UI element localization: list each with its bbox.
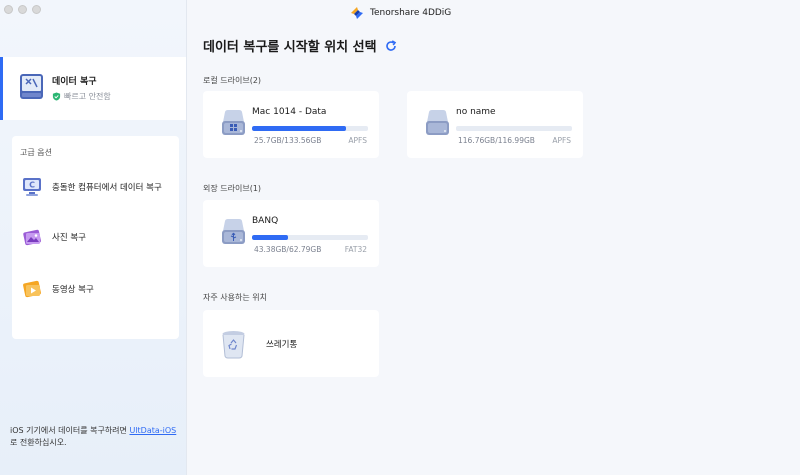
drive-card[interactable]: no name 116.76GB/116.99GB APFS: [407, 91, 583, 158]
sidebar-item-label: 데이터 복구: [52, 77, 97, 87]
drive-filesystem: APFS: [552, 136, 571, 145]
drive-name: Mac 1014 - Data: [252, 107, 327, 117]
drive-name: BANQ: [252, 216, 279, 226]
photo-icon: [23, 229, 41, 246]
advanced-options-panel: 고급 옵션 C 충돌한 컴퓨터에서 데이터 복구 사진 복구 동영상 복구: [12, 136, 179, 339]
frequent-locations-label: 자주 사용하는 위치: [203, 293, 267, 302]
recovery-drive-icon: [20, 74, 43, 99]
sidebar-item-label: 충돌한 컴퓨터에서 데이터 복구: [52, 183, 162, 193]
sidebar-item-crashed-computer[interactable]: C 충돌한 컴퓨터에서 데이터 복구: [21, 176, 162, 198]
external-drives-label: 외장 드라이브(1): [203, 184, 262, 193]
page-title: 데이터 복구를 시작할 위치 선택: [203, 36, 397, 55]
video-icon: [23, 280, 41, 298]
brand: Tenorshare 4DDiG: [349, 5, 451, 21]
drive-card[interactable]: Mac 1014 - Data 25.7GB/133.56GB APFS: [203, 91, 379, 158]
ultdata-ios-link[interactable]: UltData-iOS: [129, 426, 176, 435]
drive-usage-bar: [252, 235, 368, 240]
main-content: Tenorshare 4DDiG 데이터 복구를 시작할 위치 선택 로컬 드라…: [187, 0, 800, 475]
sidebar-item-label: 동영상 복구: [52, 285, 94, 295]
active-indicator: [0, 57, 3, 120]
hard-drive-icon: [426, 110, 449, 135]
close-window-button[interactable]: [4, 5, 13, 14]
svg-text:C: C: [29, 181, 35, 190]
zoom-window-button[interactable]: [32, 5, 41, 14]
tenorshare-logo-icon: [351, 7, 363, 19]
subtitle-text: 빠르고 안전함: [64, 92, 111, 101]
ios-redirect-note: iOS 기기에서 데이터를 복구하려면 UltData-iOS 로 전환하십시오.: [10, 425, 182, 449]
trash-bin-icon: [222, 331, 245, 359]
window-controls: [4, 5, 41, 14]
ios-note-text: iOS 기기에서 데이터를 복구하려면: [10, 426, 130, 435]
sidebar-item-label: 사진 복구: [52, 233, 86, 243]
drive-usage-bar: [456, 126, 572, 131]
local-drives-label: 로컬 드라이브(2): [203, 76, 262, 85]
advanced-options-title: 고급 옵션: [20, 148, 52, 157]
page-title-text: 데이터 복구를 시작할 위치 선택: [203, 40, 377, 55]
hard-drive-windows-icon: [222, 110, 245, 135]
shield-check-icon: [52, 92, 61, 101]
sidebar-item-data-recovery[interactable]: 데이터 복구 빠르고 안전함: [0, 57, 186, 120]
drive-size: 43.38GB/62.79GB: [254, 245, 322, 254]
ios-note-text-end: 로 전환하십시오.: [10, 438, 67, 447]
drive-card[interactable]: BANQ 43.38GB/62.79GB FAT32: [203, 200, 379, 267]
trash-location-card[interactable]: 쓰레기통: [203, 310, 379, 377]
minimize-window-button[interactable]: [18, 5, 27, 14]
drive-usage-fill: [252, 126, 346, 131]
sidebar-item-video-recovery[interactable]: 동영상 복구: [21, 278, 94, 300]
drive-size: 116.76GB/116.99GB: [458, 136, 535, 145]
drive-filesystem: APFS: [348, 136, 367, 145]
drive-usage-bar: [252, 126, 368, 131]
usb-drive-icon: [222, 219, 245, 244]
sidebar-item-subtitle: 빠르고 안전함: [52, 91, 111, 102]
sidebar-item-photo-recovery[interactable]: 사진 복구: [21, 226, 86, 248]
refresh-icon[interactable]: [385, 39, 397, 52]
drive-usage-fill: [252, 235, 288, 240]
location-name: 쓰레기통: [266, 340, 298, 350]
sidebar: 데이터 복구 빠르고 안전함 고급 옵션 C 충돌한 컴퓨터에서 데이터 복구: [0, 0, 187, 475]
computer-c-icon: C: [23, 178, 41, 196]
drive-filesystem: FAT32: [344, 245, 367, 254]
drive-name: no name: [456, 107, 496, 117]
drive-size: 25.7GB/133.56GB: [254, 136, 322, 145]
brand-name: Tenorshare 4DDiG: [370, 8, 452, 18]
